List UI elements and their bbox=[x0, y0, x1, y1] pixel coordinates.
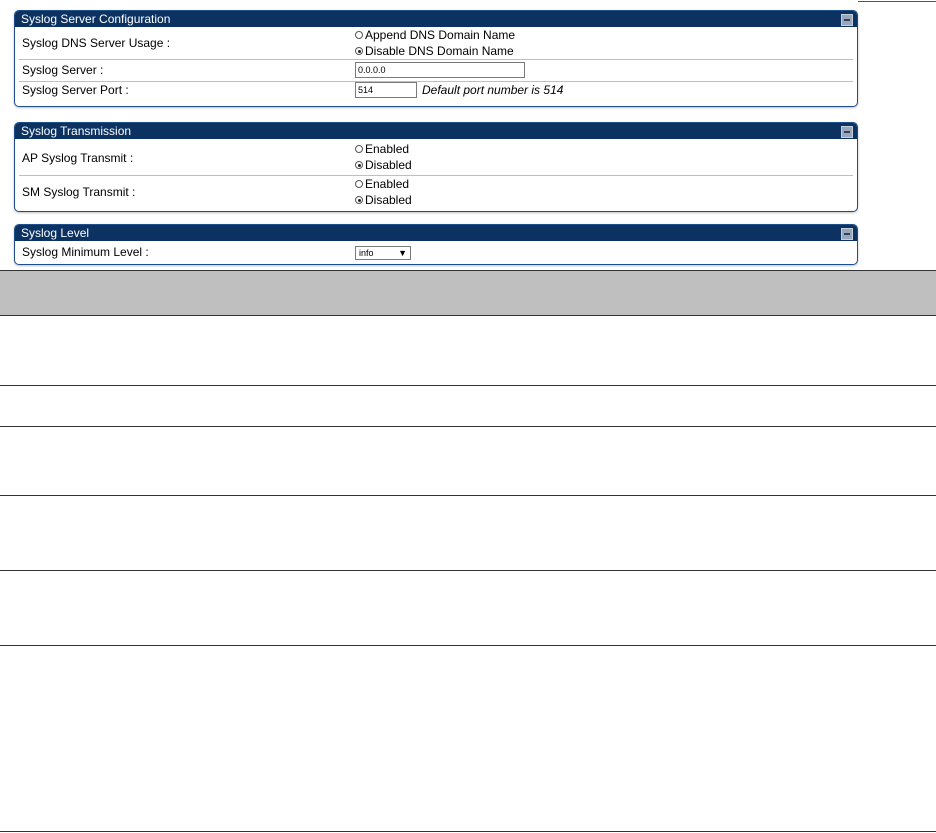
collapse-icon[interactable] bbox=[841, 126, 853, 138]
radio-unchecked-icon[interactable] bbox=[355, 145, 363, 153]
table-row-divider bbox=[0, 645, 936, 646]
ap-syslog-transmit-label: AP Syslog Transmit : bbox=[22, 151, 134, 165]
panel-title: Syslog Server Configuration bbox=[21, 12, 171, 26]
radio-option-disabled[interactable]: Disabled bbox=[355, 192, 412, 208]
syslog-server-port-row: Syslog Server Port : 514 Default port nu… bbox=[15, 81, 857, 104]
panel-header: Syslog Level bbox=[15, 225, 857, 241]
dns-usage-row: Syslog DNS Server Usage : Append DNS Dom… bbox=[15, 27, 857, 59]
syslog-server-field: 0.0.0.0 bbox=[355, 62, 525, 78]
syslog-server-label: Syslog Server : bbox=[22, 63, 104, 77]
syslog-server-port-input[interactable]: 514 bbox=[355, 82, 417, 98]
radio-option-enabled[interactable]: Enabled bbox=[355, 141, 412, 157]
table-header-top-rule bbox=[0, 270, 936, 271]
sm-syslog-transmit-label: SM Syslog Transmit : bbox=[22, 185, 136, 199]
radio-option-append-dns[interactable]: Append DNS Domain Name bbox=[355, 27, 515, 43]
syslog-transmission-panel: Syslog Transmission AP Syslog Transmit :… bbox=[14, 122, 858, 212]
panel-title: Syslog Level bbox=[21, 226, 90, 240]
radio-label: Enabled bbox=[365, 142, 410, 156]
collapse-icon[interactable] bbox=[841, 228, 853, 240]
radio-checked-icon[interactable] bbox=[355, 47, 363, 55]
port-hint: Default port number is 514 bbox=[422, 83, 564, 97]
syslog-minimum-level-label: Syslog Minimum Level : bbox=[22, 245, 149, 259]
panel-title: Syslog Transmission bbox=[21, 124, 132, 138]
panel-header: Syslog Server Configuration bbox=[15, 11, 857, 27]
radio-unchecked-icon[interactable] bbox=[355, 180, 363, 188]
sm-syslog-transmit-row: SM Syslog Transmit : Enabled Disabled bbox=[15, 175, 857, 209]
radio-option-disable-dns[interactable]: Disable DNS Domain Name bbox=[355, 43, 515, 59]
radio-checked-icon[interactable] bbox=[355, 196, 363, 204]
table-row-divider bbox=[0, 315, 936, 316]
syslog-minimum-level-field: info ▼ bbox=[355, 246, 411, 260]
table-row-divider bbox=[0, 385, 936, 386]
radio-label: Disabled bbox=[365, 193, 412, 207]
radio-option-disabled[interactable]: Disabled bbox=[355, 157, 412, 173]
sm-syslog-transmit-radio-group: Enabled Disabled bbox=[355, 176, 412, 208]
table-row-divider bbox=[0, 570, 936, 571]
radio-label: Append DNS Domain Name bbox=[365, 28, 516, 42]
syslog-server-configuration-panel: Syslog Server Configuration Syslog DNS S… bbox=[14, 10, 858, 107]
table-row-divider bbox=[0, 495, 936, 496]
collapse-icon[interactable] bbox=[841, 14, 853, 26]
radio-option-enabled[interactable]: Enabled bbox=[355, 176, 412, 192]
table-header bbox=[0, 270, 936, 316]
syslog-level-panel: Syslog Level Syslog Minimum Level : info… bbox=[14, 224, 858, 265]
dns-usage-label: Syslog DNS Server Usage : bbox=[22, 36, 171, 50]
select-value: info bbox=[359, 248, 374, 258]
syslog-minimum-level-select[interactable]: info ▼ bbox=[355, 246, 411, 260]
syslog-minimum-level-row: Syslog Minimum Level : info ▼ bbox=[15, 241, 857, 261]
table-bottom-rule bbox=[0, 831, 936, 832]
syslog-server-row: Syslog Server : 0.0.0.0 bbox=[15, 59, 857, 81]
chevron-down-icon[interactable]: ▼ bbox=[398, 247, 407, 259]
radio-label: Disable DNS Domain Name bbox=[365, 44, 514, 58]
ap-syslog-transmit-row: AP Syslog Transmit : Enabled Disabled bbox=[15, 139, 857, 175]
panel-header: Syslog Transmission bbox=[15, 123, 857, 139]
radio-label: Enabled bbox=[365, 177, 410, 191]
top-rule bbox=[858, 1, 936, 2]
radio-checked-icon[interactable] bbox=[355, 161, 363, 169]
table-row-divider bbox=[0, 426, 936, 427]
syslog-server-port-label: Syslog Server Port : bbox=[22, 83, 129, 97]
radio-label: Disabled bbox=[365, 158, 412, 172]
radio-unchecked-icon[interactable] bbox=[355, 31, 363, 39]
dns-usage-radio-group: Append DNS Domain Name Disable DNS Domai… bbox=[355, 27, 515, 59]
syslog-server-input[interactable]: 0.0.0.0 bbox=[355, 62, 525, 78]
syslog-server-port-field: 514 Default port number is 514 bbox=[355, 82, 563, 98]
ap-syslog-transmit-radio-group: Enabled Disabled bbox=[355, 141, 412, 173]
